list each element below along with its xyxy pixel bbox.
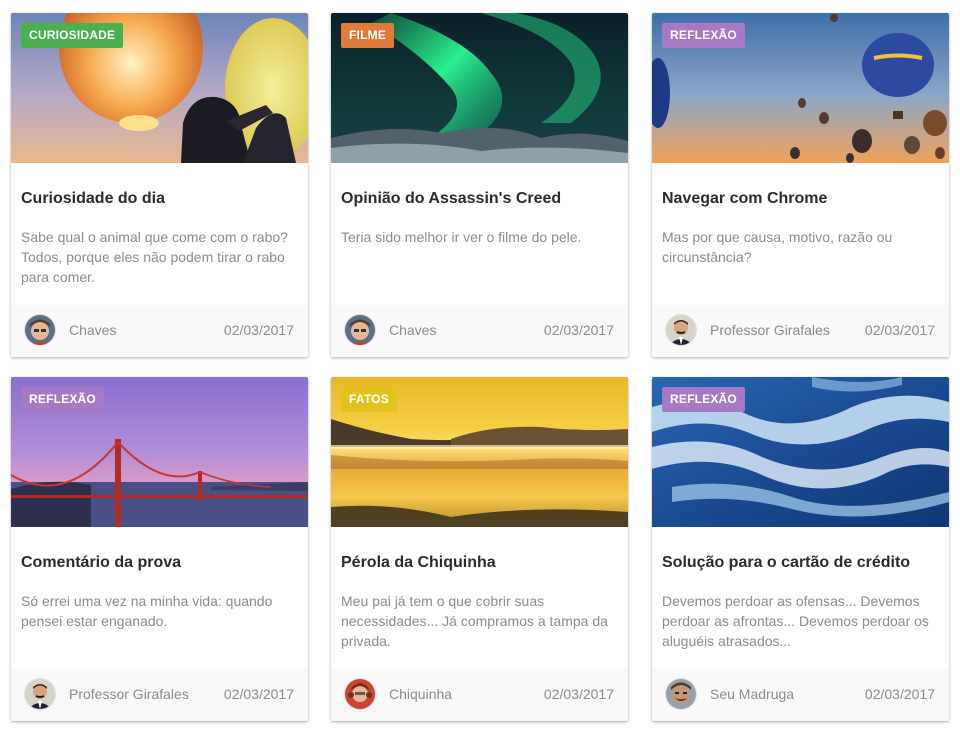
author-name[interactable]: Professor Girafales — [69, 686, 189, 702]
category-badge[interactable]: FILME — [341, 23, 394, 48]
post-card[interactable]: CURIOSIDADE Curiosidade do dia Sabe qual… — [11, 13, 308, 357]
post-card[interactable]: FATOS Pérola da Chiquinha Meu pai já tem… — [331, 377, 628, 721]
author-avatar[interactable] — [345, 315, 375, 345]
card-grid: CURIOSIDADE Curiosidade do dia Sabe qual… — [0, 0, 960, 733]
aurora-image[interactable]: FILME — [331, 13, 628, 163]
golden-gate-bridge-image[interactable]: REFLEXÃO — [11, 377, 308, 527]
card-footer: Seu Madruga 02/03/2017 — [652, 669, 949, 721]
card-title[interactable]: Curiosidade do dia — [21, 190, 165, 208]
card-title[interactable]: Opinião do Assassin's Creed — [341, 190, 561, 208]
card-excerpt: Mas por que causa, motivo, razão ou circ… — [662, 229, 893, 265]
post-card[interactable]: REFLEXÃO Comentário da prova Só errei um… — [11, 377, 308, 721]
card-title[interactable]: Comentário da prova — [21, 554, 181, 572]
hot-air-balloons-image[interactable]: REFLEXÃO — [652, 13, 949, 163]
card-excerpt: Sabe qual o animal que come com o rabo? … — [21, 229, 288, 285]
ocean-waves-image[interactable]: REFLEXÃO — [652, 377, 949, 527]
category-badge[interactable]: FATOS — [341, 387, 397, 412]
card-footer: Chaves 02/03/2017 — [331, 305, 628, 357]
post-date: 02/03/2017 — [543, 686, 614, 702]
author-avatar[interactable] — [666, 315, 696, 345]
author-avatar[interactable] — [666, 679, 696, 709]
lake-sunset-image[interactable]: FATOS — [331, 377, 628, 527]
category-badge[interactable]: REFLEXÃO — [662, 387, 745, 412]
post-date: 02/03/2017 — [543, 322, 614, 338]
card-title[interactable]: Pérola da Chiquinha — [341, 554, 496, 572]
category-badge[interactable]: REFLEXÃO — [21, 387, 104, 412]
author-avatar[interactable] — [25, 679, 55, 709]
card-excerpt: Só errei uma vez na minha vida: quando p… — [21, 593, 273, 629]
card-footer: Chaves 02/03/2017 — [11, 305, 308, 357]
sky-lanterns-image[interactable]: CURIOSIDADE — [11, 13, 308, 163]
author-name[interactable]: Chaves — [389, 322, 436, 338]
category-badge[interactable]: REFLEXÃO — [662, 23, 745, 48]
card-excerpt: Devemos perdoar as ofensas... Devemos pe… — [662, 593, 929, 649]
card-excerpt: Teria sido melhor ir ver o filme do pele… — [341, 229, 582, 245]
category-badge[interactable]: CURIOSIDADE — [21, 23, 124, 48]
card-excerpt: Meu pai já tem o que cobrir suas necessi… — [341, 593, 608, 649]
post-card[interactable]: REFLEXÃO Solução para o cartão de crédit… — [652, 377, 949, 721]
card-title[interactable]: Navegar com Chrome — [662, 190, 827, 208]
post-date: 02/03/2017 — [223, 322, 294, 338]
author-name[interactable]: Professor Girafales — [710, 322, 830, 338]
card-footer: Chiquinha 02/03/2017 — [331, 669, 628, 721]
post-date: 02/03/2017 — [223, 686, 294, 702]
author-name[interactable]: Seu Madruga — [710, 686, 794, 702]
post-date: 02/03/2017 — [864, 322, 935, 338]
author-name[interactable]: Chaves — [69, 322, 116, 338]
post-card[interactable]: FILME Opinião do Assassin's Creed Teria … — [331, 13, 628, 357]
card-footer: Professor Girafales 02/03/2017 — [652, 305, 949, 357]
card-title[interactable]: Solução para o cartão de crédito — [662, 554, 910, 572]
author-avatar[interactable] — [25, 315, 55, 345]
author-name[interactable]: Chiquinha — [389, 686, 452, 702]
card-footer: Professor Girafales 02/03/2017 — [11, 669, 308, 721]
post-date: 02/03/2017 — [864, 686, 935, 702]
author-avatar[interactable] — [345, 679, 375, 709]
post-card[interactable]: REFLEXÃO Navegar com Chrome Mas por que … — [652, 13, 949, 357]
